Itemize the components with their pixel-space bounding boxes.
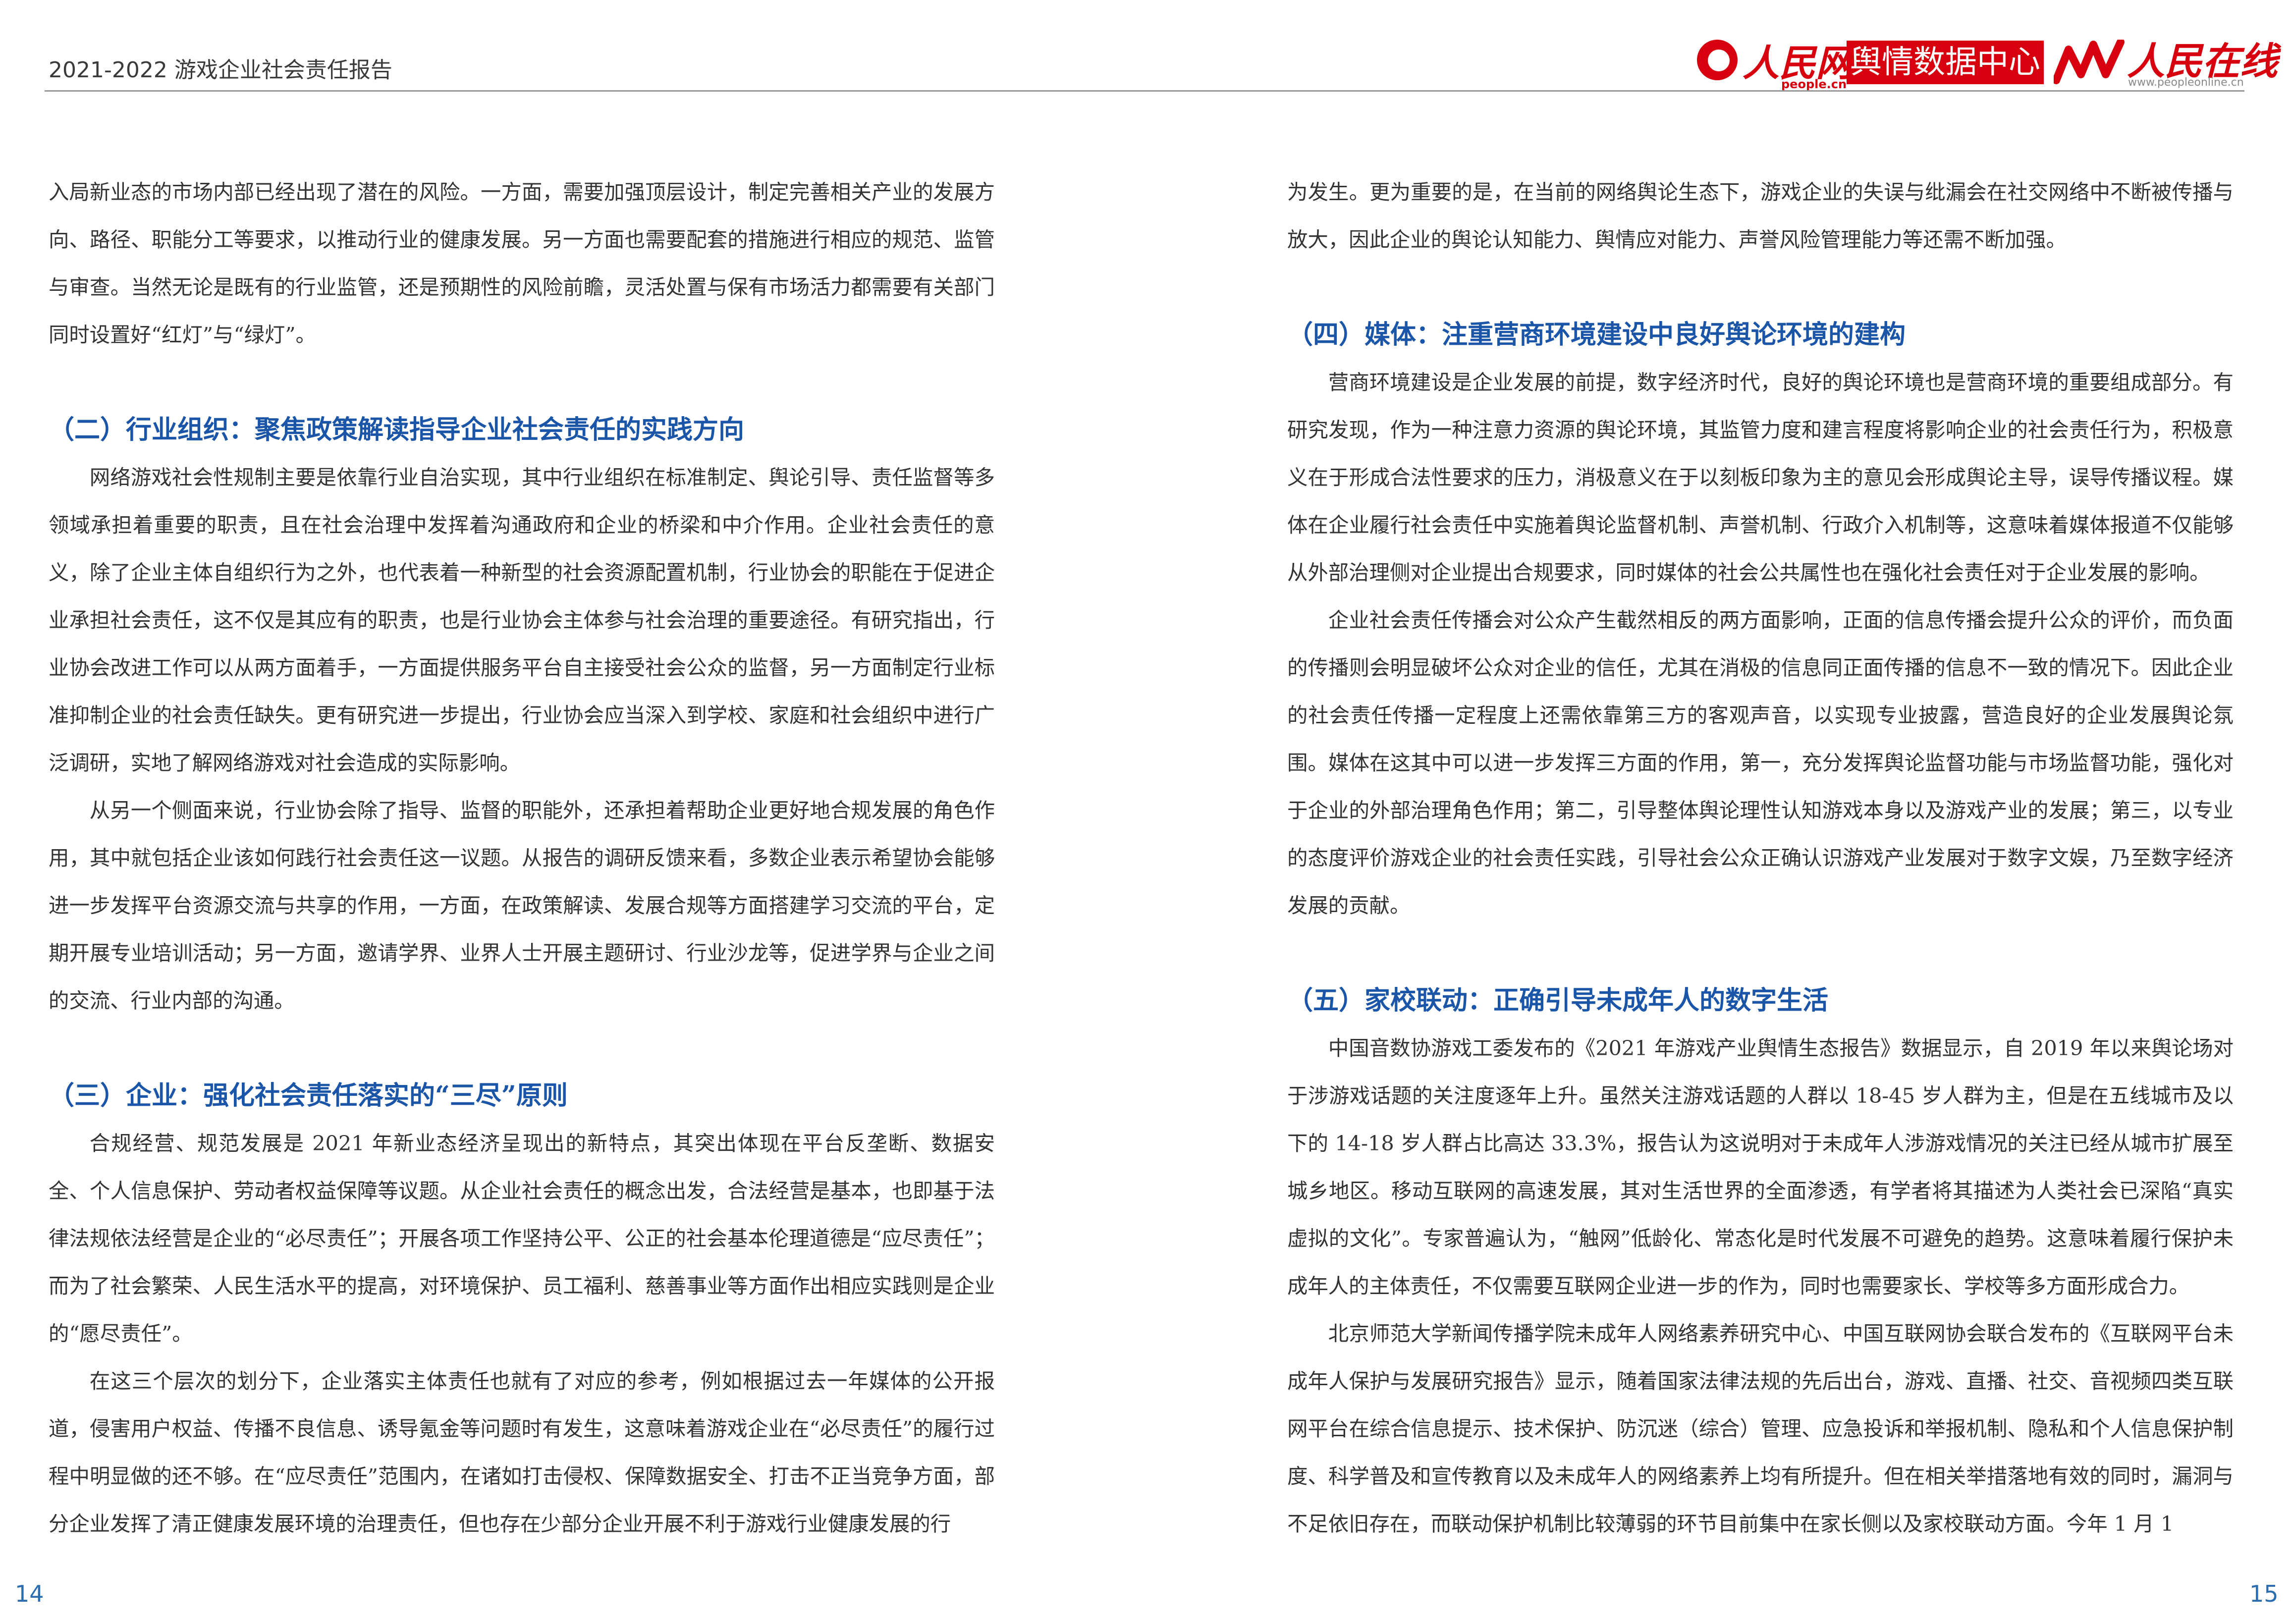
paragraph: 从另一个侧面来说，行业协会除了指导、监督的职能外，还承担着帮助企业更好地合规发展… [49, 799, 995, 1013]
page-number-right: 15 [2249, 1580, 2279, 1607]
people-daily-url: people.cn [1781, 77, 1847, 91]
section-heading-home-school: （五）家校联动：正确引导未成年人的数字生活 [1287, 985, 1829, 1016]
paragraph: 营商环境建设是企业发展的前提，数字经济时代，良好的舆论环境也是营商环境的重要组成… [1287, 371, 2234, 585]
paragraph: 北京师范大学新闻传播学院未成年人网络素养研究中心、中国互联网协会联合发布的《互联… [1287, 1322, 2234, 1536]
right-page-body: 为发生。更为重要的是，在当前的网络舆论生态下，游戏企业的失误与纰漏会在社交网络中… [1287, 168, 2234, 1548]
report-title: 2021-2022 游戏企业社会责任报告 [49, 57, 392, 83]
paragraph: 中国音数协游戏工委发布的《2021 年游戏产业舆情生态报告》数据显示，自 201… [1287, 1036, 2234, 1298]
paragraph: 为发生。更为重要的是，在当前的网络舆论生态下，游戏企业的失误与纰漏会在社交网络中… [1287, 180, 2234, 252]
header-logos: 人民网 people.cn 舆情数据中心 人民在线 www.peopleonli… [1697, 31, 2278, 91]
left-page-body: 入局新业态的市场内部已经出现了潜在的风险。一方面，需要加强顶层设计，制定完善相关… [49, 168, 995, 1548]
people-online-url: www.peopleonline.cn [2128, 76, 2244, 89]
paragraph: 在这三个层次的划分下，企业落实主体责任也就有了对应的参考，例如根据过去一年媒体的… [49, 1369, 995, 1536]
page-number-left: 14 [15, 1580, 44, 1607]
section-heading-enterprises: （三）企业：强化社会责任落实的“三尽”原则 [49, 1081, 568, 1111]
section-heading-industry-orgs: （二）行业组织：聚焦政策解读指导企业社会责任的实践方向 [49, 415, 745, 445]
data-center-logo: 舆情数据中心 [1847, 41, 2044, 84]
paragraph: 企业社会责任传播会对公众产生截然相反的两方面影响，正面的信息传播会提升公众的评价… [1287, 608, 2234, 918]
people-daily-logo: 人民网 people.cn [1697, 34, 1853, 91]
paragraph: 入局新业态的市场内部已经出现了潜在的风险。一方面，需要加强顶层设计，制定完善相关… [49, 180, 995, 347]
section-heading-media: （四）媒体：注重营商环境建设中良好舆论环境的建构 [1287, 320, 1906, 350]
header-divider [45, 90, 2244, 92]
people-daily-mark-icon [1697, 40, 1738, 80]
paragraph: 网络游戏社会性规制主要是依靠行业自治实现，其中行业组织在标准制定、舆论引导、责任… [49, 466, 995, 775]
people-online-mark-icon [2054, 40, 2125, 84]
paragraph: 合规经营、规范发展是 2021 年新业态经济呈现出的新特点，其突出体现在平台反垄… [49, 1132, 995, 1346]
people-online-logo: 人民在线 www.peopleonline.cn [2054, 31, 2278, 90]
